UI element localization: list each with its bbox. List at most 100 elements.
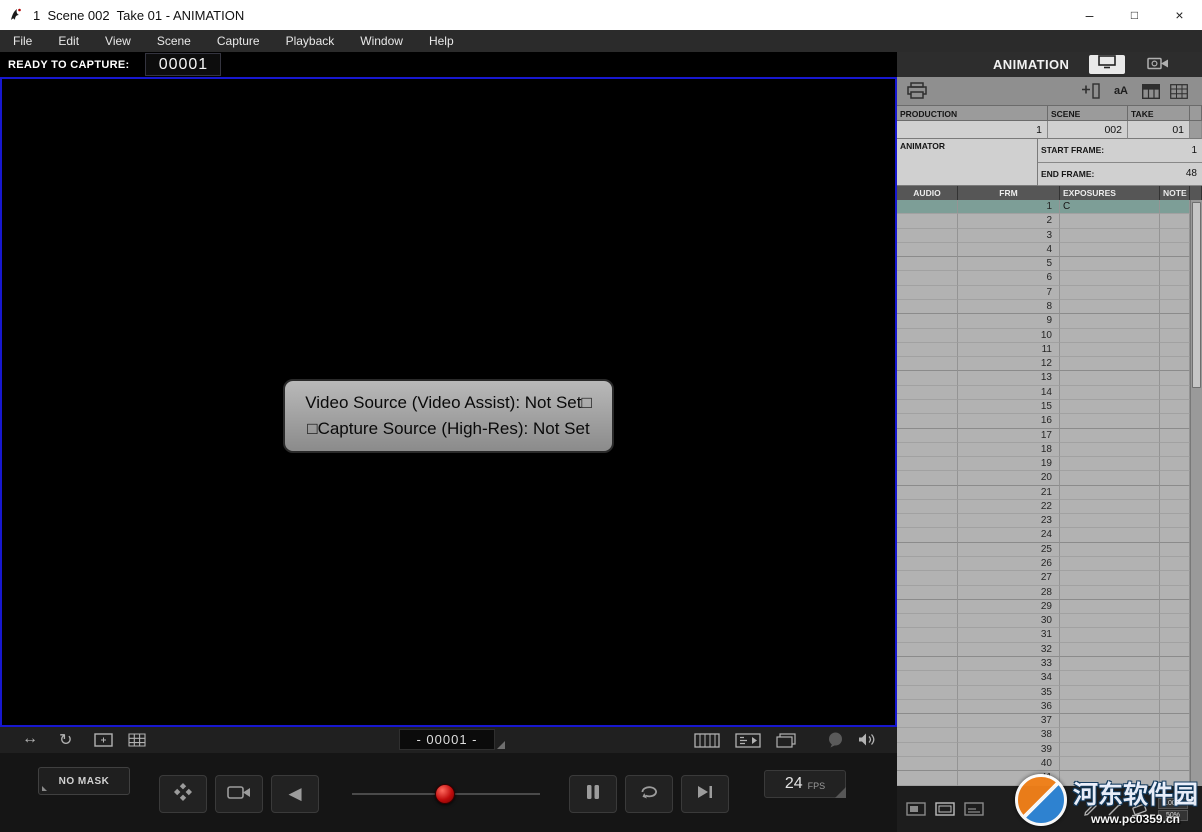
xsheet-scrollbar-thumb[interactable] <box>1192 202 1201 388</box>
audio-cell[interactable] <box>897 257 958 271</box>
frame-number-cell[interactable]: 3 <box>958 229 1060 243</box>
table-grid-icon[interactable] <box>1170 84 1188 99</box>
audio-cell[interactable] <box>897 300 958 314</box>
frame-number-cell[interactable]: 32 <box>958 643 1060 657</box>
text-size-icon[interactable]: aA <box>1114 85 1128 97</box>
frame-number-cell[interactable]: 23 <box>958 514 1060 528</box>
exposure-cell[interactable] <box>1060 357 1160 371</box>
xsheet-row[interactable]: 9 <box>897 314 1190 328</box>
current-frame-display[interactable]: - 00001 - <box>399 729 495 750</box>
frame-number-cell[interactable]: 20 <box>958 471 1060 485</box>
grid-overlay-icon[interactable] <box>128 733 146 747</box>
exposure-cell[interactable] <box>1060 714 1160 728</box>
xsheet-row[interactable]: 33 <box>897 657 1190 671</box>
exposure-cell[interactable] <box>1060 414 1160 428</box>
frame-number-cell[interactable]: 36 <box>958 700 1060 714</box>
exposure-cell[interactable]: C <box>1060 200 1160 214</box>
note-cell[interactable] <box>1160 543 1190 557</box>
xsheet-row[interactable]: 36 <box>897 700 1190 714</box>
audio-cell[interactable] <box>897 314 958 328</box>
xsheet-row[interactable]: 15 <box>897 400 1190 414</box>
frame-number-cell[interactable]: 7 <box>958 286 1060 300</box>
exposure-cell[interactable] <box>1060 571 1160 585</box>
frame-number-cell[interactable]: 38 <box>958 728 1060 742</box>
xsheet-row[interactable]: 20 <box>897 471 1190 485</box>
note-cell[interactable] <box>1160 600 1190 614</box>
menu-edit[interactable]: Edit <box>45 34 92 48</box>
menu-file[interactable]: File <box>0 34 45 48</box>
exposure-cell[interactable] <box>1060 243 1160 257</box>
xsheet-row[interactable]: 4 <box>897 243 1190 257</box>
frame-number-cell[interactable]: 10 <box>958 329 1060 343</box>
xsheet-row[interactable]: 22 <box>897 500 1190 514</box>
audio-cell[interactable] <box>897 728 958 742</box>
audio-cell[interactable] <box>897 214 958 228</box>
animator-cell[interactable]: ANIMATOR <box>897 139 1038 186</box>
camera-workspace-button[interactable] <box>1147 55 1169 75</box>
note-cell[interactable] <box>1160 243 1190 257</box>
play-reverse-button[interactable]: ◀ <box>271 775 319 813</box>
frame-number-cell[interactable]: 22 <box>958 500 1060 514</box>
scene-value[interactable]: 002 <box>1048 121 1128 139</box>
audio-cell[interactable] <box>897 543 958 557</box>
audio-cell[interactable] <box>897 371 958 385</box>
frame-number-cell[interactable]: 37 <box>958 714 1060 728</box>
frame-number-cell[interactable]: 17 <box>958 429 1060 443</box>
audio-cell[interactable] <box>897 357 958 371</box>
exposure-cell[interactable] <box>1060 600 1160 614</box>
xsheet-row[interactable]: 16 <box>897 414 1190 428</box>
live-view-button[interactable] <box>215 775 263 813</box>
xsheet-row[interactable]: 10 <box>897 329 1190 343</box>
exposure-cell[interactable] <box>1060 386 1160 400</box>
audio-cell[interactable] <box>897 657 958 671</box>
xsheet-row[interactable]: 13 <box>897 371 1190 385</box>
exposure-cell[interactable] <box>1060 214 1160 228</box>
exposure-cell[interactable] <box>1060 257 1160 271</box>
audio-cell[interactable] <box>897 571 958 585</box>
note-cell[interactable] <box>1160 614 1190 628</box>
xsheet-row[interactable]: 27 <box>897 571 1190 585</box>
audio-cell[interactable] <box>897 400 958 414</box>
frame-number-cell[interactable]: 26 <box>958 557 1060 571</box>
frame-number-cell[interactable]: 34 <box>958 671 1060 685</box>
exposure-cell[interactable] <box>1060 371 1160 385</box>
note-cell[interactable] <box>1160 571 1190 585</box>
note-cell[interactable] <box>1160 214 1190 228</box>
note-cell[interactable] <box>1160 371 1190 385</box>
loop-range-button[interactable] <box>569 775 617 813</box>
note-cell[interactable] <box>1160 357 1190 371</box>
exposure-cell[interactable] <box>1060 700 1160 714</box>
monitor-view-1-icon[interactable] <box>906 802 926 816</box>
exposure-cell[interactable] <box>1060 500 1160 514</box>
audio-cell[interactable] <box>897 329 958 343</box>
xsheet-row[interactable]: 1C <box>897 200 1190 214</box>
frame-number-cell[interactable]: 29 <box>958 600 1060 614</box>
exposure-cell[interactable] <box>1060 528 1160 542</box>
note-cell[interactable] <box>1160 386 1190 400</box>
note-cell[interactable] <box>1160 500 1190 514</box>
note-cell[interactable] <box>1160 257 1190 271</box>
xsheet-row[interactable]: 32 <box>897 643 1190 657</box>
xsheet-row[interactable]: 17 <box>897 429 1190 443</box>
note-cell[interactable] <box>1160 200 1190 214</box>
audio-cell[interactable] <box>897 229 958 243</box>
audio-cell[interactable] <box>897 486 958 500</box>
xsheet-row[interactable]: 26 <box>897 557 1190 571</box>
menu-view[interactable]: View <box>92 34 144 48</box>
loop-playback-button[interactable] <box>625 775 673 813</box>
note-cell[interactable] <box>1160 743 1190 757</box>
menu-scene[interactable]: Scene <box>144 34 204 48</box>
audio-cell[interactable] <box>897 528 958 542</box>
audio-cell[interactable] <box>897 514 958 528</box>
frame-number-cell[interactable]: 13 <box>958 371 1060 385</box>
menu-window[interactable]: Window <box>347 34 416 48</box>
audio-cell[interactable] <box>897 286 958 300</box>
xsheet-row[interactable]: 18 <box>897 443 1190 457</box>
xsheet-row[interactable]: 19 <box>897 457 1190 471</box>
audio-cell[interactable] <box>897 643 958 657</box>
note-cell[interactable] <box>1160 329 1190 343</box>
note-cell[interactable] <box>1160 443 1190 457</box>
note-cell[interactable] <box>1160 486 1190 500</box>
note-cell[interactable] <box>1160 271 1190 285</box>
exposure-cell[interactable] <box>1060 743 1160 757</box>
